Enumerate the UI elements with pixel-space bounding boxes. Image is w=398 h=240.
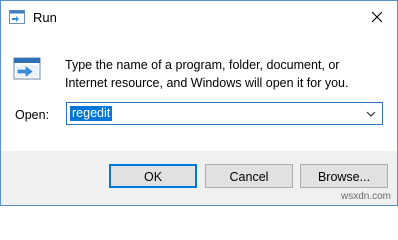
- button-bar: OK Cancel Browse... wsxdn.com: [1, 151, 397, 205]
- browse-button[interactable]: Browse...: [300, 164, 388, 188]
- cancel-button[interactable]: Cancel: [205, 164, 293, 188]
- run-app-icon: [13, 56, 43, 84]
- open-input[interactable]: regedit: [70, 106, 113, 121]
- chevron-down-icon[interactable]: [364, 107, 378, 121]
- window-title: Run: [33, 10, 57, 25]
- close-icon[interactable]: [363, 5, 391, 29]
- ok-button[interactable]: OK: [109, 164, 197, 188]
- watermark: wsxdn.com: [340, 191, 391, 202]
- instruction-text: Type the name of a program, folder, docu…: [65, 58, 349, 90]
- open-label: Open:: [15, 108, 50, 122]
- run-icon: [9, 10, 25, 25]
- title-bar[interactable]: Run: [1, 1, 397, 34]
- open-combobox[interactable]: regedit: [66, 102, 383, 125]
- run-dialog: Run Type the name of a program, folder, …: [0, 0, 398, 206]
